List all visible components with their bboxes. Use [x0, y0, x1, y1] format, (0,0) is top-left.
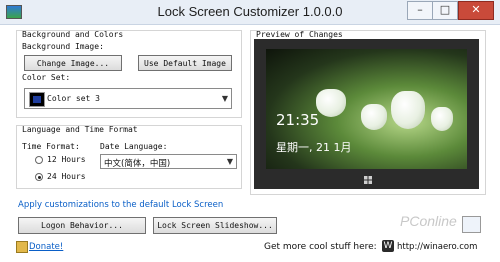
- background-image-label: Background Image:: [22, 42, 104, 51]
- radio-12-hours-label: 12 Hours: [47, 155, 86, 164]
- color-set-label: Color Set:: [22, 73, 71, 82]
- preview-clock: 21:35: [276, 111, 320, 129]
- date-language-select[interactable]: 中文(简体，中国) ▼: [100, 154, 237, 169]
- preview-date: 星期一, 21 1月: [276, 141, 352, 154]
- close-button[interactable]: ✕: [458, 1, 494, 20]
- chevron-down-icon: ▼: [226, 157, 233, 166]
- logon-behavior-button[interactable]: Logon Behavior...: [18, 217, 146, 234]
- winaero-link[interactable]: http://winaero.com: [397, 242, 477, 252]
- radio-24-hours-label: 24 Hours: [47, 172, 86, 181]
- time-format-label: Time Format:: [22, 142, 80, 151]
- background-group-label: Background and Colors: [22, 30, 124, 39]
- watermark-logo: PConline: [400, 213, 457, 229]
- maximize-button[interactable]: □: [432, 1, 458, 20]
- language-group-label: Language and Time Format: [22, 125, 138, 134]
- chevron-down-icon: ▼: [221, 94, 228, 103]
- lockscreen-image: 21:35 星期一, 21 1月: [266, 49, 467, 169]
- donate-link[interactable]: Donate!: [29, 242, 63, 252]
- radio-12-hours[interactable]: [35, 156, 43, 164]
- color-set-swatch: [29, 92, 45, 107]
- donate-icon: [16, 241, 28, 253]
- apply-customizations-link[interactable]: Apply customizations to the default Lock…: [18, 200, 223, 210]
- lock-screen-slideshow-button[interactable]: Lock Screen Slideshow...: [153, 217, 277, 234]
- minimize-button[interactable]: –: [407, 1, 433, 20]
- preview-label: Preview of Changes: [256, 30, 343, 39]
- date-language-value: 中文(简体，中国): [104, 159, 171, 169]
- grip-icon[interactable]: [462, 216, 481, 233]
- radio-24-hours[interactable]: [35, 173, 43, 181]
- color-set-select[interactable]: Color set 3 ▼: [24, 88, 232, 109]
- get-more-label: Get more cool stuff here:: [264, 242, 377, 252]
- date-language-label: Date Language:: [100, 142, 168, 151]
- lockscreen-preview: 21:35 星期一, 21 1月: [254, 39, 479, 189]
- title-bar: Lock Screen Customizer 1.0.0.0 – □ ✕: [0, 0, 500, 25]
- color-set-value: Color set 3: [47, 94, 100, 103]
- use-default-image-button[interactable]: Use Default Image: [138, 55, 232, 71]
- change-image-button[interactable]: Change Image...: [24, 55, 122, 71]
- winaero-logo-icon: W: [382, 240, 394, 252]
- windows-logo-icon: [364, 176, 372, 184]
